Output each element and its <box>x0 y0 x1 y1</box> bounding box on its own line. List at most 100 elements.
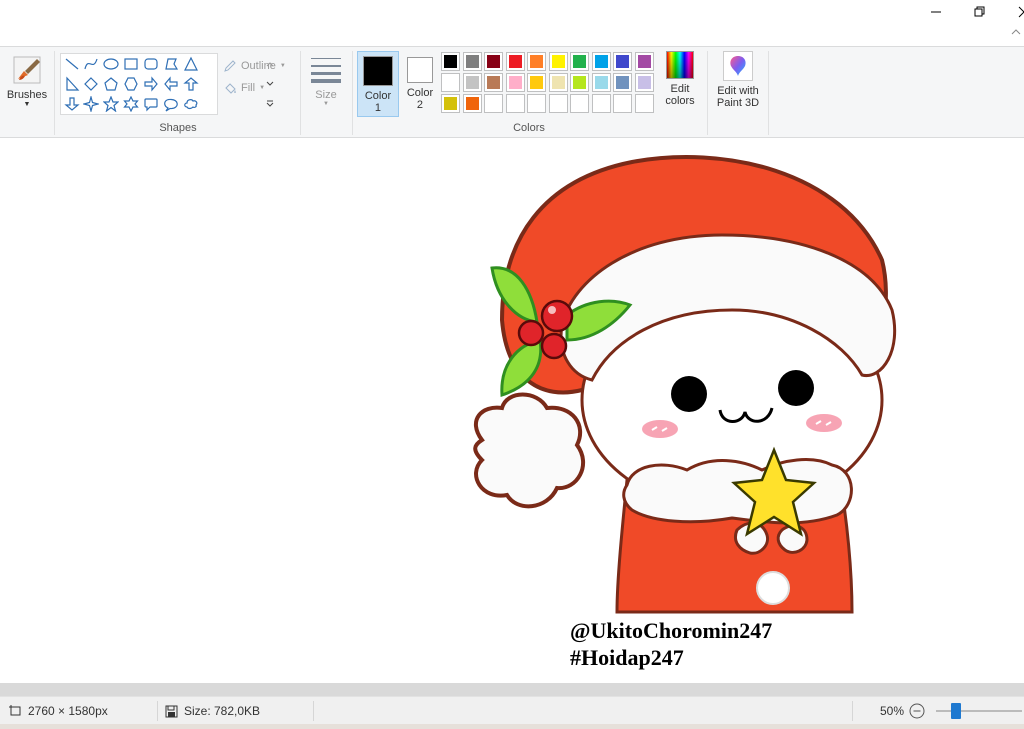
four-point-star-icon[interactable] <box>82 95 100 113</box>
palette-swatch[interactable] <box>527 52 546 71</box>
palette-swatch[interactable] <box>441 73 460 92</box>
palette-swatch[interactable] <box>613 52 632 71</box>
line-icon[interactable] <box>63 55 81 73</box>
expand-gallery-icon <box>266 100 274 107</box>
palette-swatch[interactable] <box>441 52 460 71</box>
outline-pencil-icon <box>224 60 236 72</box>
fill-bucket-icon <box>225 83 236 94</box>
triangle-icon[interactable] <box>182 55 200 73</box>
status-separator <box>157 701 158 721</box>
pentagon-icon[interactable] <box>102 75 120 93</box>
rounded-rectangle-icon[interactable] <box>142 55 160 73</box>
zoom-out-button[interactable] <box>909 697 925 725</box>
edit-colors-label: Edit colors <box>665 83 695 107</box>
palette-swatch[interactable] <box>462 52 482 71</box>
group-separator <box>707 51 708 135</box>
swatch-fill <box>616 97 629 110</box>
horizontal-scrollbar[interactable] <box>0 683 1024 696</box>
hexagon-icon[interactable] <box>122 75 140 93</box>
color2-button[interactable]: Color 2 <box>399 51 441 117</box>
palette-swatch[interactable] <box>462 73 482 92</box>
palette-swatch[interactable] <box>613 73 632 92</box>
color1-button[interactable]: Color 1 <box>357 51 399 117</box>
edit-with-paint3d-button[interactable]: Edit with Paint 3D <box>710 51 766 117</box>
palette-swatch[interactable] <box>634 52 654 71</box>
swatch-fill <box>465 97 479 110</box>
palette-swatch-empty[interactable] <box>634 94 654 113</box>
palette-swatch[interactable] <box>441 94 460 113</box>
palette-swatch[interactable] <box>634 73 654 92</box>
left-arrow-icon[interactable] <box>162 75 180 93</box>
six-point-star-icon[interactable] <box>122 95 140 113</box>
right-triangle-icon[interactable] <box>63 75 81 93</box>
edit-colors-button[interactable]: Edit colors <box>660 51 700 117</box>
swatch-fill <box>616 55 629 68</box>
palette-swatch[interactable] <box>570 52 589 71</box>
swatch-fill <box>465 55 479 68</box>
canvas-size-icon <box>9 705 21 716</box>
title-bar <box>0 0 1024 46</box>
swatch-fill <box>637 97 651 110</box>
swatch-fill <box>444 97 457 110</box>
palette-swatch-empty[interactable] <box>570 94 589 113</box>
curve-icon[interactable] <box>82 55 100 73</box>
dimensions-text: 2760 × 1580px <box>28 704 108 718</box>
minimize-button[interactable] <box>914 0 958 24</box>
restore-icon <box>974 6 985 17</box>
palette-swatch-empty[interactable] <box>484 94 503 113</box>
close-button[interactable] <box>1002 0 1024 24</box>
status-separator <box>313 701 314 721</box>
image-dimensions: 2760 × 1580px <box>8 697 108 725</box>
palette-swatch[interactable] <box>484 73 503 92</box>
palette-swatch[interactable] <box>505 52 525 71</box>
size-label: Size <box>315 89 337 101</box>
palette-swatch-empty[interactable] <box>591 94 611 113</box>
zoom-slider-track[interactable] <box>936 710 1022 712</box>
palette-swatch[interactable] <box>484 52 503 71</box>
polygon-icon[interactable] <box>162 55 180 73</box>
chevron-up-icon <box>1011 29 1021 35</box>
swatch-fill <box>508 97 522 110</box>
outline-button[interactable]: Outline ▼ <box>223 55 295 77</box>
palette-swatch[interactable] <box>505 73 525 92</box>
palette-swatch-empty[interactable] <box>548 94 568 113</box>
zoom-slider-thumb[interactable] <box>951 703 961 719</box>
palette-swatch[interactable] <box>462 94 482 113</box>
chevron-down-icon: ▼ <box>259 85 266 91</box>
right-arrow-icon[interactable] <box>142 75 160 93</box>
group-separator <box>768 51 769 135</box>
up-arrow-icon[interactable] <box>182 75 200 93</box>
credit-hashtag: #Hoidap247 <box>570 645 684 670</box>
palette-swatch[interactable] <box>548 73 568 92</box>
size-button[interactable]: Size ▼ <box>306 53 346 117</box>
palette-swatch[interactable] <box>591 73 611 92</box>
rectangle-icon[interactable] <box>122 55 140 73</box>
line-size-icon <box>311 58 341 83</box>
brush-icon <box>13 56 41 84</box>
drawing-canvas[interactable]: @UkitoChoromin247 #Hoidap247 <box>0 138 1024 683</box>
palette-swatch-empty[interactable] <box>505 94 525 113</box>
rounded-callout-icon[interactable] <box>142 95 160 113</box>
down-arrow-icon[interactable] <box>63 95 81 113</box>
paint3d-icon <box>723 51 753 81</box>
oval-icon[interactable] <box>102 55 120 73</box>
brushes-button[interactable]: Brushes ▼ <box>3 51 51 117</box>
swatch-fill <box>637 76 651 89</box>
five-point-star-icon[interactable] <box>102 95 120 113</box>
chevron-down-icon: ▼ <box>323 101 329 107</box>
palette-swatch[interactable] <box>527 73 546 92</box>
diamond-icon[interactable] <box>82 75 100 93</box>
palette-swatch-empty[interactable] <box>527 94 546 113</box>
palette-swatch[interactable] <box>570 73 589 92</box>
restore-button[interactable] <box>958 0 1002 24</box>
cloud-callout-icon[interactable] <box>182 95 200 113</box>
paint3d-label: Edit with Paint 3D <box>716 85 760 109</box>
palette-swatch[interactable] <box>591 52 611 71</box>
collapse-ribbon-button[interactable] <box>1010 26 1024 40</box>
palette-swatch-empty[interactable] <box>613 94 632 113</box>
ribbon: Brushes ▼ Outline ▼ Fill ▼ Shapes Size ▼… <box>0 46 1024 138</box>
outline-label: Outline <box>241 60 276 72</box>
oval-callout-icon[interactable] <box>162 95 180 113</box>
palette-swatch[interactable] <box>548 52 568 71</box>
fill-button[interactable]: Fill ▼ <box>223 77 295 99</box>
